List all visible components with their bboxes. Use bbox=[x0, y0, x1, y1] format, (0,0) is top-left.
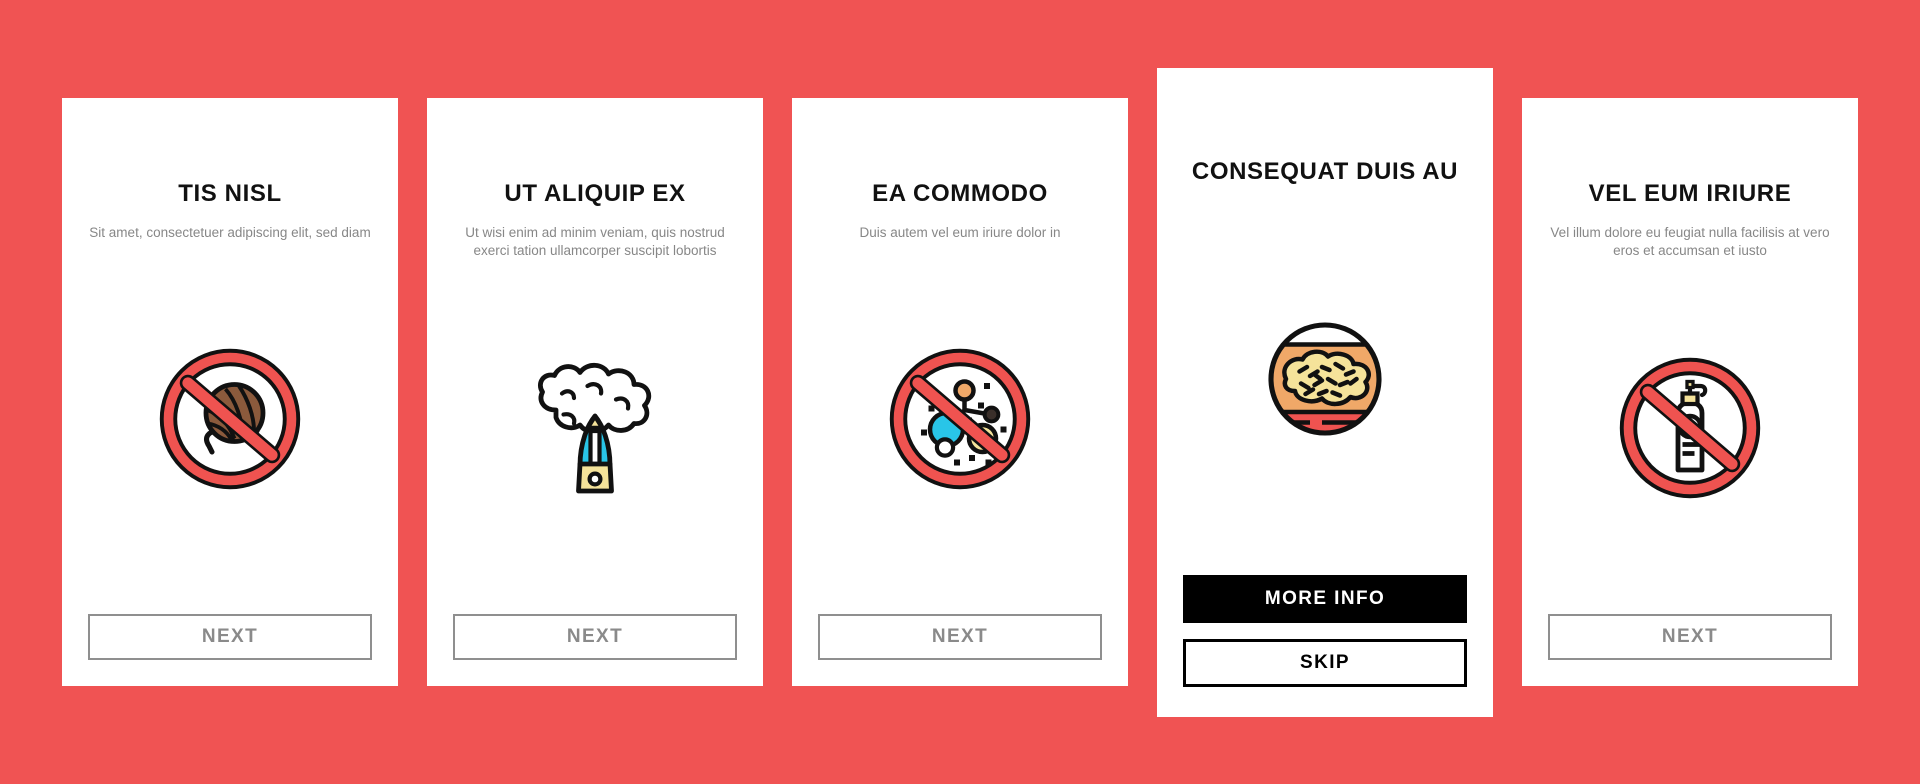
onboarding-card-1[interactable]: TIS NISL Sit amet, consectetuer adipisci… bbox=[62, 98, 398, 686]
card-title: EA COMMODO bbox=[872, 180, 1048, 207]
no-lotion-bottle-icon bbox=[1615, 353, 1765, 503]
card-title: VEL EUM IRIURE bbox=[1588, 180, 1792, 207]
card-actions: MORE INFO SKIP bbox=[1183, 574, 1467, 687]
card-title: UT ALIQUIP EX bbox=[504, 180, 686, 207]
card-title: CONSEQUAT DUIS AU bbox=[1191, 157, 1459, 185]
next-button[interactable]: NEXT bbox=[453, 614, 737, 660]
onboarding-card-5[interactable]: VEL EUM IRIURE Vel illum dolore eu feugi… bbox=[1522, 98, 1858, 686]
card-subtitle: Duis autem vel eum iriure dolor in bbox=[859, 225, 1061, 241]
card-title: TIS NISL bbox=[178, 180, 282, 207]
card-illustration bbox=[453, 259, 737, 614]
card-illustration bbox=[1183, 202, 1467, 575]
onboarding-card-4-featured[interactable]: CONSEQUAT DUIS AU MORE INFO SKIP bbox=[1157, 67, 1493, 717]
card-actions: NEXT bbox=[453, 614, 737, 660]
onboarding-card-strip: TIS NISL Sit amet, consectetuer adipisci… bbox=[0, 0, 1920, 784]
card-actions: NEXT bbox=[1548, 614, 1832, 660]
onboarding-card-3[interactable]: EA COMMODO Duis autem vel eum iriure dol… bbox=[792, 98, 1128, 686]
skip-button[interactable]: SKIP bbox=[1183, 638, 1467, 687]
card-subtitle: Sit amet, consectetuer adipiscing elit, … bbox=[89, 225, 371, 241]
card-subtitle: Ut wisi enim ad minim veniam, quis nostr… bbox=[465, 225, 725, 258]
card-illustration bbox=[818, 242, 1102, 614]
next-button[interactable]: NEXT bbox=[88, 614, 372, 660]
onboarding-card-2[interactable]: UT ALIQUIP EX Ut wisi enim ad minim veni… bbox=[427, 98, 763, 686]
card-illustration bbox=[88, 242, 372, 614]
next-button[interactable]: NEXT bbox=[818, 614, 1102, 660]
humidifier-steam-icon bbox=[517, 353, 673, 503]
card-subtitle: Vel illum dolore eu feugiat nulla facili… bbox=[1550, 225, 1830, 258]
next-button[interactable]: NEXT bbox=[1548, 614, 1832, 660]
no-yarn-ball-icon bbox=[155, 344, 305, 494]
dust-mite-petri-dish-icon bbox=[1250, 304, 1400, 454]
card-actions: NEXT bbox=[88, 614, 372, 660]
more-info-button[interactable]: MORE INFO bbox=[1183, 574, 1467, 623]
no-allergen-particles-icon bbox=[885, 344, 1035, 494]
card-actions: NEXT bbox=[818, 614, 1102, 660]
card-illustration bbox=[1548, 259, 1832, 614]
